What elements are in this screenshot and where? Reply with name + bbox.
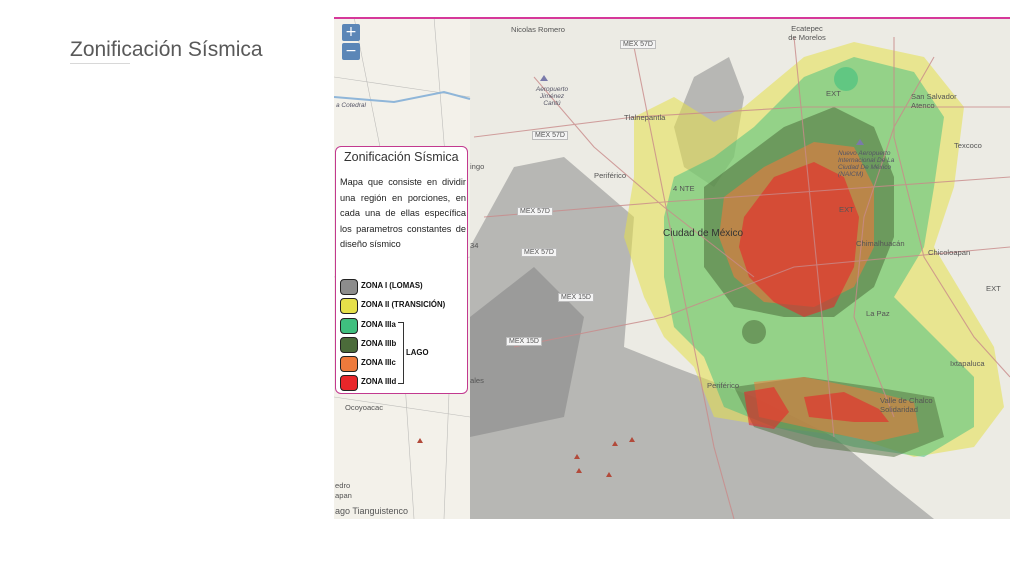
label-tlalnepantla: Tlalnepantla	[624, 113, 666, 122]
legend-label-zona-iiid: ZONA IIId	[361, 377, 397, 386]
label-san-salvador: San Salvador Atenco	[911, 92, 957, 110]
label-periferico-2: Periférico	[707, 381, 740, 390]
label-cotedral: a Cotedral	[336, 102, 366, 109]
legend-panel: Zonificación Sísmica Mapa que consiste e…	[335, 146, 468, 394]
road-mex57d-top: MEX 57D	[620, 40, 656, 49]
zoom-out-button[interactable]: −	[342, 43, 360, 60]
label-ext-3: EXT	[986, 284, 1001, 293]
label-texcoco: Texcoco	[954, 141, 982, 150]
label-valle-de-chalco: Valle de Chalco Solidaridad	[880, 396, 933, 414]
legend-swatch-zona-ii	[340, 298, 358, 314]
label-periferico-1: Periférico	[594, 171, 627, 180]
label-ecatepec: Ecatepec de Morelos	[788, 24, 826, 42]
lago-bracket	[398, 322, 404, 384]
legend-label-zona-iiia: ZONA IIIa	[361, 320, 396, 329]
label-ext-2: EXT	[839, 205, 854, 214]
legend-swatch-zona-i	[340, 279, 358, 295]
label-ocoyoacac: Ocoyoacac	[345, 403, 383, 412]
legend-swatch-zona-iiic	[340, 356, 358, 372]
road-mex57d-a: MEX 57D	[532, 131, 568, 140]
lago-label: LAGO	[406, 348, 429, 357]
zoom-in-button[interactable]: +	[342, 24, 360, 41]
legend-label-zona-iiic: ZONA IIIc	[361, 358, 396, 367]
map-top-border	[334, 17, 1010, 19]
label-4-nte: 4 NTE	[673, 184, 695, 193]
road-mex57d-c: MEX 57D	[521, 248, 557, 257]
label-la-paz: La Paz	[866, 309, 890, 318]
legend-title: Zonificación Sísmica	[344, 150, 459, 164]
legend-swatch-zona-iiia	[340, 318, 358, 334]
road-mex57d-b: MEX 57D	[517, 207, 553, 216]
legend-label-zona-ii: ZONA II (TRANSICIÓN)	[361, 300, 446, 309]
label-apan: apan	[335, 491, 352, 500]
label-aeropuerto-jimenez: Aeropuerto Jiménez Cantú	[535, 86, 569, 107]
legend-label-zona-iiib: ZONA IIIb	[361, 339, 397, 348]
label-ales: ales	[470, 376, 484, 385]
label-edro: edro	[335, 481, 351, 490]
label-ingo: ingo	[470, 162, 485, 171]
label-ext-1: EXT	[826, 89, 841, 98]
label-chimalhuacan: Chimalhuacán	[856, 239, 905, 248]
label-naicm: Nuevo Aeropuerto Internacional De La Ciu…	[838, 150, 895, 178]
label-chicoloapan: Chicoloapan	[928, 248, 971, 257]
slide-title: Zonificación Sísmica	[70, 38, 263, 61]
legend-swatch-zona-iiib	[340, 337, 358, 353]
title-underline	[70, 63, 130, 64]
label-ciudad-de-mexico: Ciudad de México	[663, 228, 744, 239]
road-mex15d-a: MEX 15D	[558, 293, 594, 302]
label-nicolas-romero: Nicolas Romero	[511, 25, 566, 34]
legend-description: Mapa que consiste en dividir una región …	[340, 177, 466, 250]
legend-swatch-zona-iiid	[340, 375, 358, 391]
road-mex15d-b: MEX 15D	[506, 337, 542, 346]
label-tianguistenco: ago Tianguistenco	[335, 506, 409, 516]
label-34: 34	[470, 241, 479, 250]
label-ixtapaluca: Ixtapaluca	[950, 359, 985, 368]
legend-label-zona-i: ZONA I (LOMAS)	[361, 281, 423, 290]
